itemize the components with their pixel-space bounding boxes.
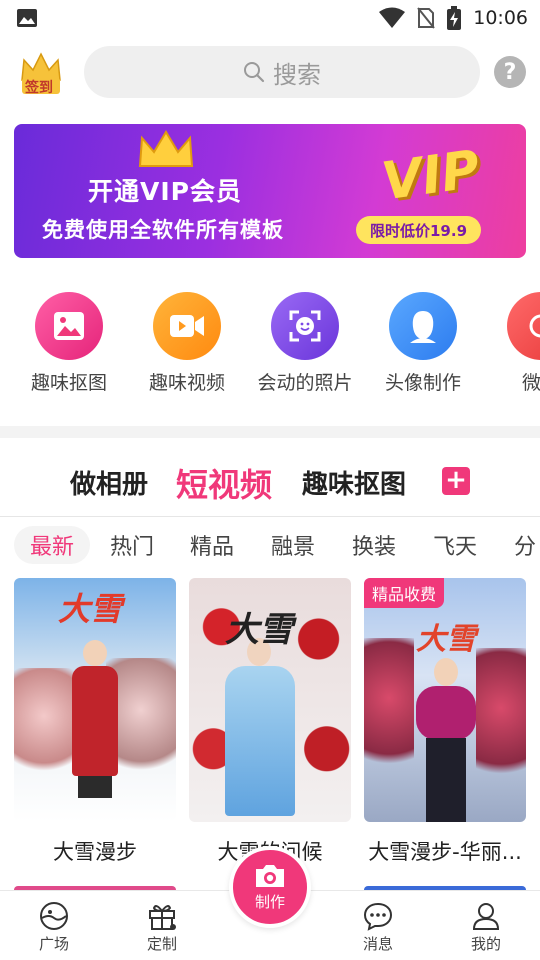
feature-cutout[interactable]: 趣味抠图 <box>10 292 128 395</box>
template-card[interactable]: 大雪 大雪的问候 <box>189 578 351 866</box>
card-art-title: 大雪 <box>225 610 293 650</box>
feature-live-photo[interactable]: 会动的照片 <box>246 292 364 395</box>
status-bar: 10:06 <box>0 0 540 36</box>
feature-shortcuts: 趣味抠图 趣味视频 会动的照片 头像制作 微信 <box>0 292 540 402</box>
make-label: 制作 <box>254 892 285 911</box>
feature-label: 微信 <box>521 372 540 394</box>
make-button[interactable]: 制作 <box>229 846 311 928</box>
feature-wechat[interactable]: 微信 <box>482 292 540 395</box>
nav-label: 广场 <box>38 935 69 953</box>
nav-custom[interactable]: 定制 <box>122 901 202 954</box>
card-thumbnail: 大雪 <box>14 578 176 822</box>
plaza-icon <box>40 902 68 930</box>
search-placeholder: 搜索 <box>273 60 321 89</box>
chip-latest[interactable]: 最新 <box>14 526 90 564</box>
wifi-icon <box>379 7 406 28</box>
card-title: 大雪漫步 <box>53 840 137 864</box>
section-tabs: 做相册 短视频 趣味抠图 + <box>0 456 540 512</box>
search-input[interactable]: 搜索 <box>84 46 480 98</box>
partial-icon <box>507 292 540 360</box>
signin-button[interactable]: 签到 <box>18 50 64 96</box>
chip-premium[interactable]: 精品 <box>190 526 234 564</box>
tab-album[interactable]: 做相册 <box>70 464 148 501</box>
nav-mine[interactable]: 我的 <box>446 901 526 954</box>
nav-label: 定制 <box>146 935 177 953</box>
status-time: 10:06 <box>473 7 528 29</box>
card-thumbnail: 大雪 精品收费 <box>364 578 526 822</box>
battery-charging-icon <box>447 6 462 30</box>
tab-short-video[interactable]: 短视频 <box>176 460 272 506</box>
gallery-notification-icon <box>17 9 37 27</box>
card-title: 大雪漫步-华丽... <box>368 840 522 864</box>
feature-label: 趣味抠图 <box>30 372 107 394</box>
nav-plaza[interactable]: 广场 <box>14 901 94 954</box>
template-card[interactable]: 大雪 大雪漫步 <box>14 578 176 866</box>
nav-messages[interactable]: 消息 <box>338 901 418 954</box>
nav-label: 消息 <box>362 935 393 953</box>
feature-label: 头像制作 <box>384 372 461 394</box>
feature-label: 趣味视频 <box>148 372 225 394</box>
video-camera-icon <box>153 292 221 360</box>
gift-icon <box>149 905 176 930</box>
vip-banner[interactable]: 开通VIP会员 免费使用全软件所有模板 VIP 限时低价19.9 <box>14 124 526 258</box>
card-thumbnail: 大雪 <box>189 578 351 822</box>
chip-outfit[interactable]: 换装 <box>352 526 396 564</box>
feature-avatar[interactable]: 头像制作 <box>364 292 482 395</box>
help-icon[interactable]: ? <box>494 56 526 88</box>
chip-partial[interactable]: 分 <box>514 526 536 564</box>
banner-headline: 开通VIP会员 <box>88 177 242 206</box>
feature-label: 会动的照片 <box>257 372 353 394</box>
card-art-title: 大雪 <box>58 590 123 628</box>
tabs-underline <box>0 516 540 517</box>
price-badge: 限时低价19.9 <box>356 216 482 244</box>
banner-subline: 免费使用全软件所有模板 <box>42 218 284 242</box>
category-chips: 最新 热门 精品 融景 换装 飞天 分 <box>0 524 540 568</box>
premium-badge: 精品收费 <box>364 578 445 608</box>
chip-fly[interactable]: 飞天 <box>433 526 477 564</box>
template-card[interactable]: 大雪 精品收费 大雪漫步-华丽... <box>364 578 526 866</box>
vip-logo: VIP <box>378 139 484 213</box>
header: 签到 搜索 ? <box>0 44 540 100</box>
signin-label: 签到 <box>25 80 53 96</box>
image-icon <box>35 292 103 360</box>
nav-label: 我的 <box>470 935 501 953</box>
crown-icon <box>138 130 194 167</box>
feature-video[interactable]: 趣味视频 <box>128 292 246 395</box>
add-tab-button[interactable]: + <box>442 467 470 495</box>
search-icon <box>244 62 265 83</box>
face-scan-icon <box>271 292 339 360</box>
card-art-title: 大雪 <box>416 622 476 657</box>
camera-icon <box>256 864 284 887</box>
message-icon <box>363 902 393 931</box>
chip-hot[interactable]: 热门 <box>110 526 154 564</box>
chip-blend[interactable]: 融景 <box>271 526 315 564</box>
section-divider <box>0 426 540 438</box>
avatar-icon <box>389 292 457 360</box>
user-icon <box>472 903 500 930</box>
no-sim-icon <box>417 7 436 29</box>
tab-cutout[interactable]: 趣味抠图 <box>302 464 406 501</box>
